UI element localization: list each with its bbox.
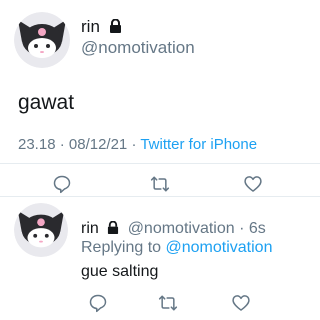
display-name-text: rin [81,17,100,36]
heart-icon [232,295,250,311]
reply-button[interactable] [88,293,108,313]
retweet-button[interactable] [150,174,170,194]
reply-button[interactable] [52,174,72,194]
reply-avatar[interactable] [14,203,68,257]
divider [0,196,320,197]
retweet-icon [158,295,178,311]
meta-separator: · [127,136,141,153]
replying-to: Replying to @nomotivation [81,239,272,257]
tweet-time[interactable]: 23.18 [18,136,56,153]
retweet-icon [150,176,170,192]
kuromi-avatar-icon [14,12,70,68]
retweet-button[interactable] [158,293,178,313]
reply-text: gue salting [81,263,159,280]
tweet-actions [0,174,320,194]
reply-username[interactable]: @nomotivation [128,220,235,237]
lock-icon [109,18,122,39]
replying-prefix: Replying to [81,239,166,256]
meta-separator: · [55,136,69,153]
kuromi-avatar-icon [14,203,68,257]
tweet-date[interactable]: 08/12/21 [69,136,127,153]
tweet-text: gawat [18,91,75,114]
reply-actions [0,293,320,313]
lock-icon [107,220,119,240]
reply-time[interactable]: 6s [249,220,266,237]
tweet-meta: 23.18 · 08/12/21 · Twitter for iPhone [18,136,257,153]
reply-icon [89,294,107,313]
reply-separator: · [239,220,245,237]
replying-mention[interactable]: @nomotivation [166,239,273,256]
like-button[interactable] [243,174,263,194]
tweet-source[interactable]: Twitter for iPhone [140,136,257,153]
avatar[interactable] [14,12,70,68]
like-button[interactable] [231,293,251,313]
reply-header: rin @nomotivation · 6s [81,220,266,240]
reply-icon [53,175,71,194]
display-name[interactable]: rin [81,17,122,39]
reply-display-name[interactable]: rin [81,220,99,237]
username[interactable]: @nomotivation [81,38,195,58]
heart-icon [244,176,262,192]
divider [0,163,320,164]
